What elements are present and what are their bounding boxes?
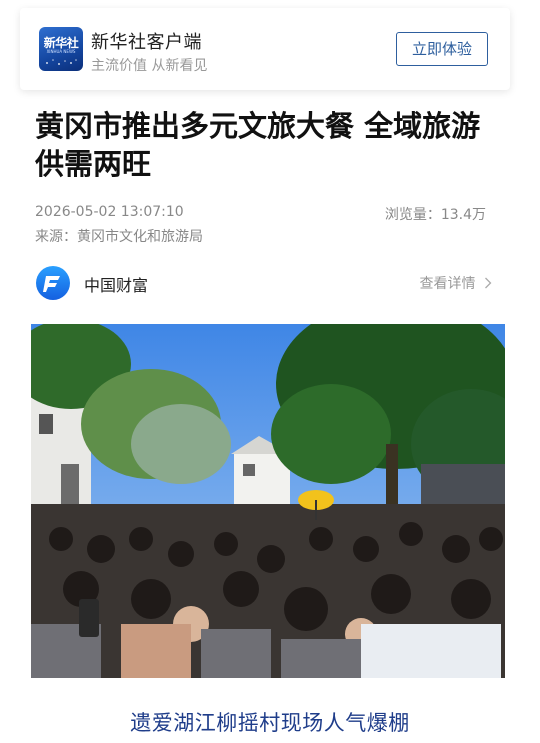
article-photo bbox=[31, 324, 505, 678]
app-slogan: 主流价值 从新看见 bbox=[91, 58, 208, 74]
view-details-label: 查看详情 bbox=[419, 276, 476, 292]
crowd-scene-image bbox=[31, 324, 505, 678]
china-wealth-logo-glyph bbox=[43, 276, 60, 292]
photo-caption: 遗爱湖江柳摇村现场人气爆棚 bbox=[130, 711, 410, 735]
app-name: 新华社客户端 bbox=[91, 32, 202, 53]
try-now-button[interactable]: 立即体验 bbox=[396, 32, 488, 66]
logo-stars-decoration bbox=[46, 59, 77, 65]
publish-datetime: 2026-05-02 13:07:10 bbox=[35, 204, 184, 220]
logo-subtext: XINHUA NEWS bbox=[46, 49, 76, 54]
article-title: 黄冈市推出多元文旅大餐 全域旅游供需两旺 bbox=[35, 109, 481, 181]
author-name[interactable]: 中国财富 bbox=[84, 272, 148, 296]
view-details-link[interactable]: 查看详情 bbox=[420, 273, 492, 293]
article-source: 来源：黄冈市文化和旅游局 bbox=[35, 229, 203, 245]
view-count: 浏览量：13.4万 bbox=[384, 207, 486, 223]
china-wealth-logo-icon[interactable] bbox=[36, 266, 70, 300]
app-download-banner[interactable]: 新华社 XINHUA NEWS 新华社客户端 主流价值 从新看见 立即体验 bbox=[20, 8, 510, 90]
chevron-right-icon bbox=[485, 277, 492, 289]
xinhua-logo-icon: 新华社 XINHUA NEWS bbox=[39, 27, 83, 71]
